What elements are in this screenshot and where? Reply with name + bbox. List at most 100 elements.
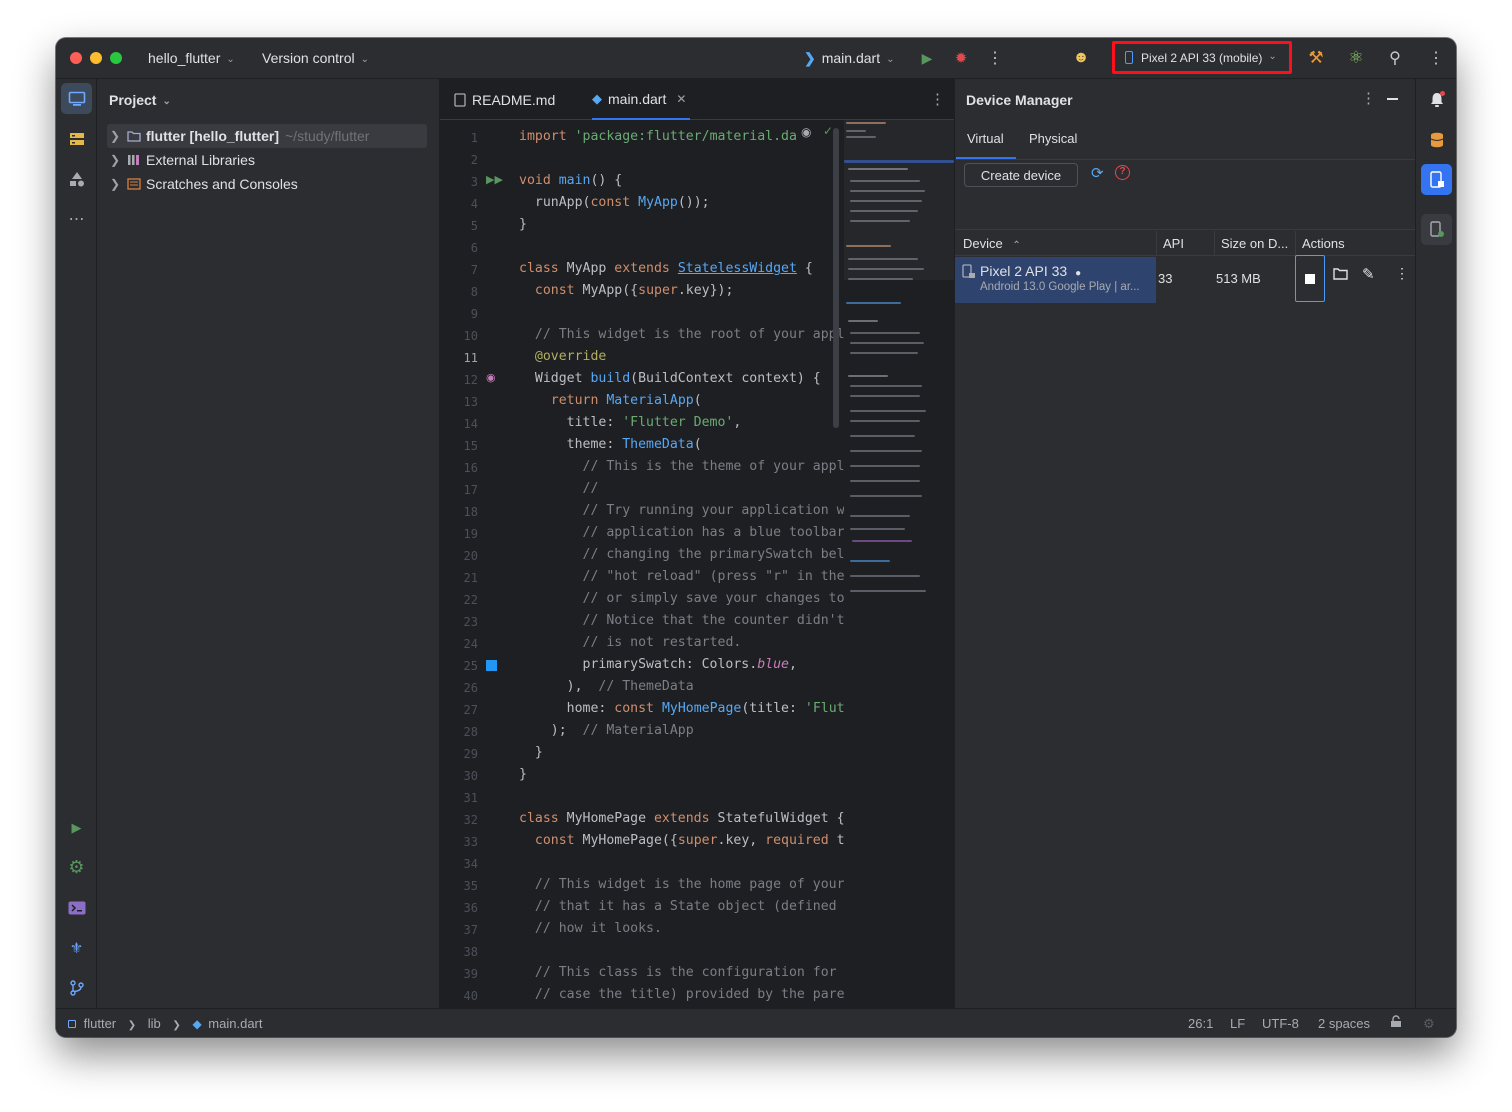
- services-gear-icon[interactable]: ⚙: [61, 852, 92, 883]
- zoom-window-button[interactable]: [110, 52, 122, 64]
- tree-item-label: flutter [hello_flutter]: [146, 128, 279, 144]
- device-selector[interactable]: Pixel 2 API 33 (mobile) ⌄: [1112, 41, 1292, 74]
- device-manager-tool-button[interactable]: [1421, 164, 1452, 195]
- breadcrumb-item[interactable]: main.dart: [208, 1016, 262, 1031]
- terminal-button[interactable]: [61, 892, 92, 923]
- run-config-select[interactable]: ❯ main.dart ⌄: [804, 50, 894, 67]
- status-bar: flutter ❯ lib ❯ ◆ main.dart 26:1 LF UTF-…: [56, 1008, 1456, 1037]
- logcat-icon[interactable]: ⚜: [61, 932, 92, 963]
- main-menu-icon[interactable]: ⋮: [1425, 47, 1447, 69]
- project-tool-button[interactable]: [61, 83, 92, 114]
- project-panel: Project ⌄ ❯ flutter [hello_flutter] ~/stu…: [97, 79, 440, 1008]
- markdown-file-icon: [454, 92, 466, 107]
- database-button[interactable]: [1421, 124, 1452, 155]
- run-config-label: main.dart: [821, 50, 881, 66]
- vcs-menu[interactable]: Version control ⌄: [262, 50, 369, 66]
- flutter-inspector-icon[interactable]: ⚛: [1345, 47, 1367, 69]
- more-tools-icon[interactable]: ⋯: [61, 203, 92, 234]
- line-ending[interactable]: LF: [1230, 1016, 1245, 1031]
- close-tab-icon[interactable]: ✕: [676, 92, 686, 106]
- dart-file-icon: ◆: [592, 90, 602, 106]
- minimize-window-button[interactable]: [90, 52, 102, 64]
- caret-position[interactable]: 26:1: [1188, 1016, 1213, 1031]
- tree-item-external-libraries[interactable]: ❯ External Libraries: [107, 148, 427, 172]
- editor-scrollbar[interactable]: [833, 128, 839, 428]
- hide-panel-icon[interactable]: [1387, 98, 1398, 100]
- breadcrumb-item[interactable]: lib: [148, 1016, 161, 1031]
- device-manager-panel: Device Manager ⋮ Virtual Physical Create…: [954, 79, 1416, 1008]
- folder-icon: [1333, 268, 1348, 280]
- device-api: 33: [1158, 271, 1173, 286]
- structure-button[interactable]: [61, 163, 92, 194]
- database-icon: [1430, 132, 1443, 147]
- running-indicator-icon: ●: [1075, 268, 1082, 279]
- code-editor[interactable]: import 'package:flutter/material.da void…: [510, 120, 844, 1008]
- module-icon: [68, 1020, 76, 1028]
- run-main-gutter-icon[interactable]: ▶▶: [486, 173, 503, 186]
- reader-mode-icon[interactable]: ◉: [801, 125, 811, 139]
- notifications-bell-icon: [1430, 90, 1445, 107]
- code-minimap[interactable]: [844, 120, 954, 1008]
- debug-icon[interactable]: ✹: [950, 47, 972, 69]
- search-icon[interactable]: ⚲: [1384, 47, 1406, 69]
- device-manager-title: Device Manager: [966, 92, 1073, 108]
- stop-device-button[interactable]: [1295, 255, 1325, 302]
- phone-icon: [1125, 51, 1133, 64]
- create-device-button[interactable]: Create device: [964, 163, 1078, 187]
- override-gutter-icon[interactable]: ◉: [486, 371, 496, 384]
- folder-icon: [127, 131, 141, 142]
- tab-label: main.dart: [608, 90, 667, 107]
- project-icon: [68, 91, 85, 106]
- project-switcher[interactable]: hello_flutter ⌄: [148, 50, 235, 66]
- project-view-selector[interactable]: Project ⌄: [109, 92, 171, 108]
- tab-physical[interactable]: Physical: [1029, 131, 1077, 146]
- read-only-lock-icon[interactable]: [1390, 1015, 1402, 1031]
- device-size: 513 MB: [1216, 271, 1261, 286]
- close-window-button[interactable]: [70, 52, 82, 64]
- file-encoding[interactable]: UTF-8: [1262, 1016, 1299, 1031]
- tab-virtual[interactable]: Virtual: [967, 131, 1004, 146]
- tree-item-scratches[interactable]: ❯ Scratches and Consoles: [107, 172, 427, 196]
- panel-options-icon[interactable]: ⋮: [1361, 89, 1376, 107]
- device-manager-icon: [1429, 170, 1444, 188]
- run-tool-icon[interactable]: ▶: [61, 812, 92, 843]
- tab-readme[interactable]: README.md: [454, 79, 555, 120]
- git-branch-icon: [69, 979, 84, 996]
- device-more-icon[interactable]: ⋮: [1395, 265, 1409, 282]
- left-tool-strip: ⋯ ▶ ⚙ ⚜: [56, 79, 97, 1008]
- column-api[interactable]: API: [1163, 236, 1184, 251]
- indent-setting[interactable]: 2 spaces: [1318, 1016, 1370, 1031]
- no-problems-check-icon: ✓: [823, 124, 834, 138]
- column-size[interactable]: Size on D...: [1221, 236, 1288, 251]
- terminal-icon: [68, 901, 85, 914]
- chevron-down-icon: ⌄: [226, 54, 235, 65]
- tab-main-dart[interactable]: ◆ main.dart ✕: [592, 79, 691, 120]
- running-devices-button[interactable]: [1421, 214, 1452, 245]
- color-swatch-icon[interactable]: [486, 660, 497, 671]
- refresh-icon[interactable]: ⟳: [1091, 164, 1104, 182]
- project-name: hello_flutter: [148, 50, 221, 66]
- edit-device-icon[interactable]: ✎: [1362, 265, 1375, 283]
- breadcrumb-item[interactable]: flutter: [84, 1016, 117, 1031]
- structure-icon: [69, 171, 84, 186]
- tab-options-icon[interactable]: ⋮: [930, 90, 945, 108]
- resource-manager-button[interactable]: [61, 123, 92, 154]
- more-actions-icon[interactable]: ⋮: [984, 47, 1006, 69]
- help-icon[interactable]: ?: [1115, 165, 1130, 180]
- chevron-right-icon: ❯: [109, 177, 121, 191]
- tree-item-flutter[interactable]: ❯ flutter [hello_flutter] ~/study/flutte…: [107, 124, 427, 148]
- run-icon[interactable]: ▶: [916, 47, 938, 69]
- chevron-right-icon: ❯: [109, 129, 121, 143]
- device-name: Pixel 2 API 33: [980, 263, 1068, 279]
- notifications-button[interactable]: [1421, 84, 1452, 115]
- column-device[interactable]: Device ⌃: [963, 236, 1021, 251]
- chevron-right-icon: ❯: [127, 1020, 137, 1031]
- code-with-me-icon[interactable]: ☻: [1070, 47, 1092, 69]
- git-button[interactable]: [61, 972, 92, 1003]
- show-on-disk-button[interactable]: [1333, 267, 1348, 285]
- project-panel-title: Project: [109, 92, 157, 108]
- device-subtitle: Android 13.0 Google Play | ar...: [980, 281, 1140, 293]
- ide-window: hello_flutter ⌄ Version control ⌄ ❯ main.da…: [56, 38, 1456, 1037]
- power-save-icon[interactable]: ⚙: [1423, 1016, 1435, 1032]
- sdk-tools-icon[interactable]: ⚒: [1305, 47, 1327, 69]
